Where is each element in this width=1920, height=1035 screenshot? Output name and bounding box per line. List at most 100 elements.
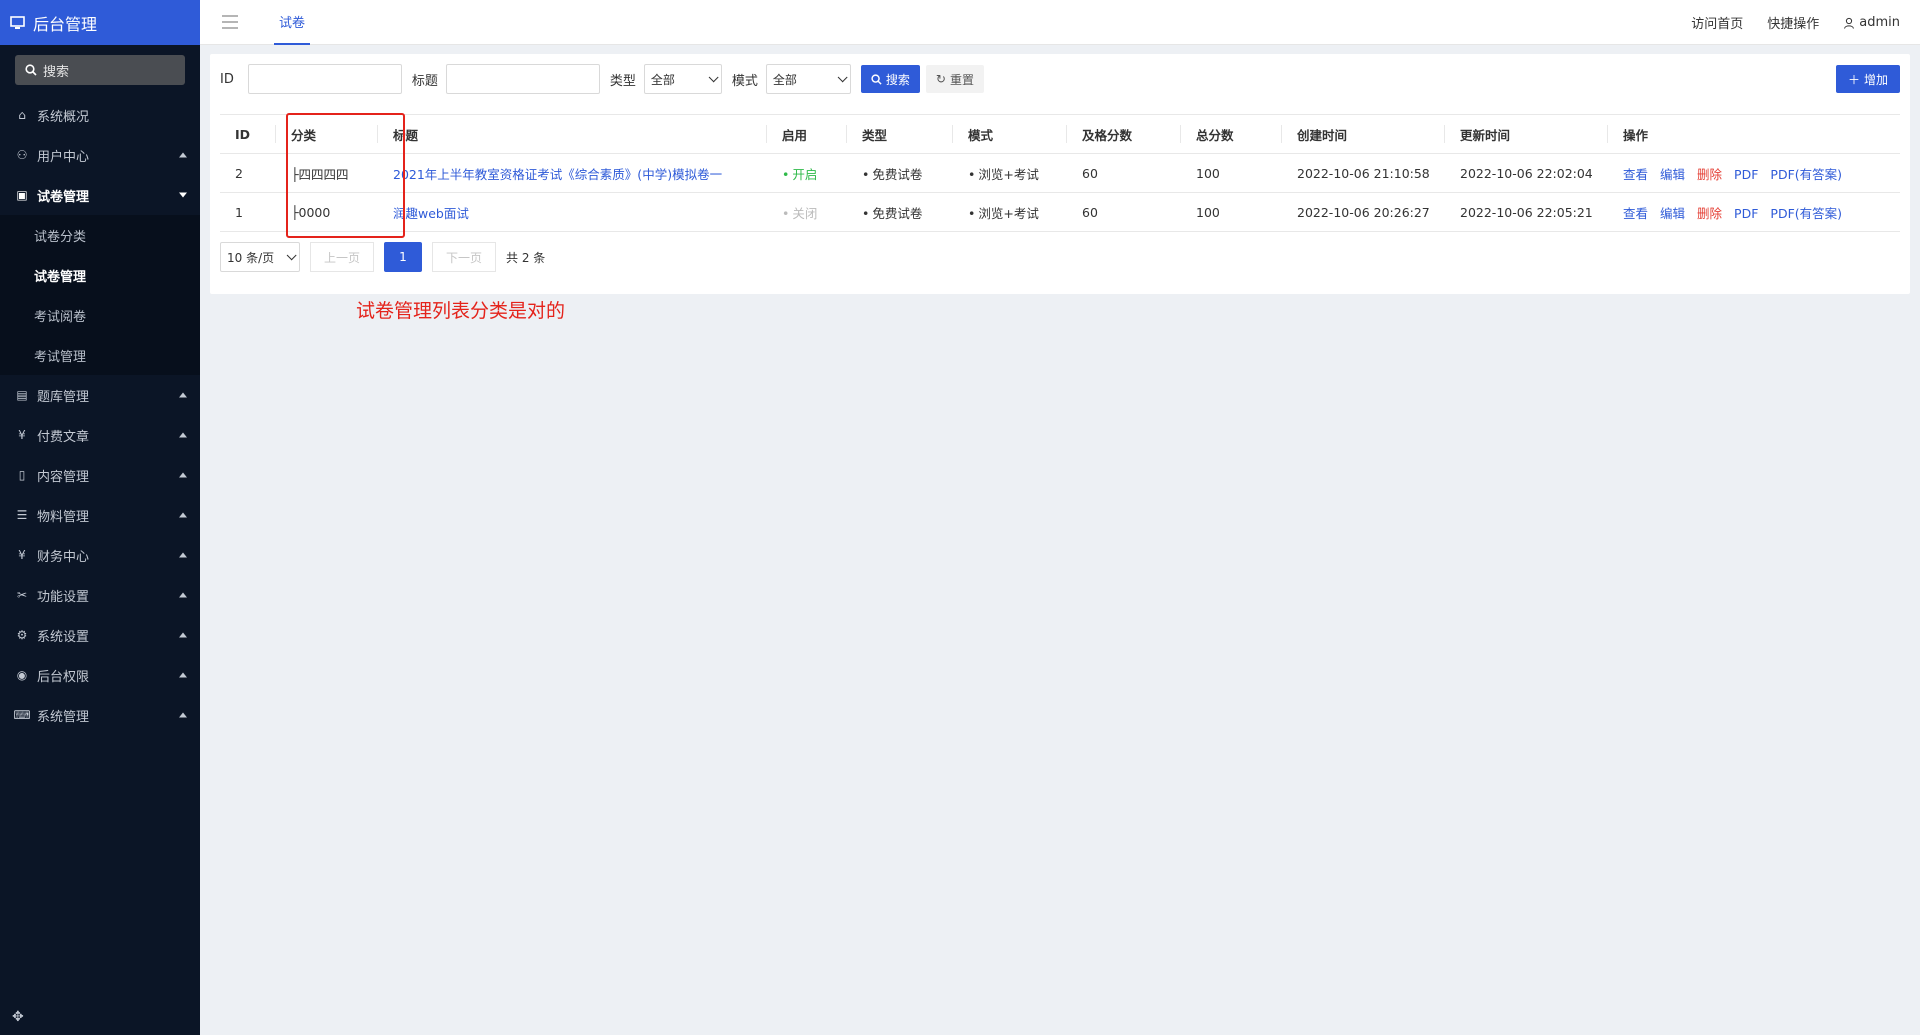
user-menu[interactable]: admin	[1843, 15, 1900, 30]
gear-icon: ⚙	[16, 628, 28, 642]
topbar: 试卷 访问首页 快捷操作 admin	[200, 0, 1920, 45]
list-icon: ☰	[16, 508, 28, 522]
cell-actions: 查看 编辑 删除 PDF PDF(有答案)	[1608, 153, 1900, 193]
sidebar-item-permissions[interactable]: ◉ 后台权限	[0, 655, 200, 695]
monitor-icon	[10, 15, 25, 29]
mode-filter-label: 模式	[731, 73, 758, 89]
chevron-up-icon	[179, 392, 187, 398]
brand[interactable]: 后台管理	[0, 0, 200, 45]
prev-page-button[interactable]: 上一页	[310, 242, 374, 272]
delete-link[interactable]: 删除	[1697, 206, 1722, 221]
cell-total-score: 100	[1181, 192, 1282, 232]
menu-toggle-icon[interactable]	[222, 15, 238, 29]
col-updated[interactable]: 更新时间	[1445, 114, 1608, 154]
sidebar-subitem-exam-category[interactable]: 试卷分类	[0, 215, 200, 255]
id-filter-label: ID	[220, 71, 234, 87]
sidebar-item-label: 题库管理	[37, 389, 90, 405]
table-row: 2 ├四四四四 2021年上半年教室资格证考试《综合素质》(中学)模拟卷一 开启…	[220, 153, 1900, 193]
col-pass-score[interactable]: 及格分数	[1067, 114, 1181, 154]
sidebar-item-content[interactable]: ▯ 内容管理	[0, 455, 200, 495]
cell-mode: 浏览+考试	[953, 192, 1067, 232]
keyboard-icon: ⌨	[13, 708, 31, 722]
search-button[interactable]: 搜索	[860, 65, 920, 93]
chevron-up-icon	[179, 592, 187, 598]
file-icon: ▯	[18, 468, 26, 482]
chevron-down-icon	[837, 71, 848, 82]
sidebar-item-system-manage[interactable]: ⌨ 系统管理	[0, 695, 200, 735]
quick-actions-link[interactable]: 快捷操作	[1767, 13, 1819, 32]
col-id[interactable]: ID	[220, 114, 276, 154]
username: admin	[1859, 15, 1900, 30]
tools-icon: ✂	[16, 588, 28, 602]
move-icon[interactable]: ✥	[12, 1009, 24, 1025]
sidebar: 后台管理 搜索 ⌂ 系统概况 ⚇ 用户中心 ▣ 试卷管理 试卷分类 试卷管理 考…	[0, 0, 200, 1035]
cell-title-link[interactable]: 2021年上半年教室资格证考试《综合素质》(中学)模拟卷一	[378, 153, 767, 193]
cell-category: ├四四四四	[276, 153, 378, 193]
col-title[interactable]: 标题	[378, 114, 767, 154]
title-filter-input[interactable]	[445, 64, 600, 94]
sidebar-subitem-exam-manage[interactable]: 试卷管理	[0, 255, 200, 295]
chevron-up-icon	[179, 152, 187, 158]
sidebar-item-materials[interactable]: ☰ 物料管理	[0, 495, 200, 535]
cell-total-score: 100	[1181, 153, 1282, 193]
chevron-up-icon	[179, 712, 187, 718]
cell-updated: 2022-10-06 22:02:04	[1445, 153, 1608, 193]
sidebar-item-users[interactable]: ⚇ 用户中心	[0, 135, 200, 175]
add-button[interactable]: ＋ 增加	[1835, 65, 1900, 93]
chevron-up-icon	[179, 632, 187, 638]
current-page-button[interactable]: 1	[384, 242, 422, 272]
edit-link[interactable]: 编辑	[1660, 167, 1685, 182]
sidebar-search[interactable]: 搜索	[15, 55, 185, 85]
cell-title-link[interactable]: 润趣web面试	[378, 192, 767, 232]
cell-id: 1	[220, 192, 276, 232]
sidebar-subitem-exam-grading[interactable]: 考试阅卷	[0, 295, 200, 335]
pdf-with-answers-link[interactable]: PDF(有答案)	[1770, 167, 1842, 182]
col-enabled[interactable]: 启用	[767, 114, 847, 154]
col-type[interactable]: 类型	[847, 114, 953, 154]
sidebar-subitem-exam-admin[interactable]: 考试管理	[0, 335, 200, 375]
sidebar-item-question-bank[interactable]: ▤ 题库管理	[0, 375, 200, 415]
view-link[interactable]: 查看	[1623, 167, 1648, 182]
pdf-link[interactable]: PDF	[1734, 206, 1758, 221]
cell-status[interactable]: 开启	[767, 153, 847, 193]
col-created[interactable]: 创建时间	[1282, 114, 1445, 154]
col-category[interactable]: 分类	[276, 114, 378, 154]
next-page-button[interactable]: 下一页	[432, 242, 496, 272]
sidebar-item-exams[interactable]: ▣ 试卷管理	[0, 175, 200, 215]
sidebar-item-label: 试卷管理	[37, 189, 90, 205]
tab-exams[interactable]: 试卷	[274, 0, 311, 45]
pdf-link[interactable]: PDF	[1734, 167, 1758, 182]
cell-status[interactable]: 关闭	[767, 192, 847, 232]
sidebar-item-paid-articles[interactable]: ¥ 付费文章	[0, 415, 200, 455]
reset-button[interactable]: ↻ 重置	[925, 65, 984, 93]
table-row: 1 ├0000 润趣web面试 关闭 免费试卷 浏览+考试 60 100 202…	[220, 192, 1900, 232]
delete-link[interactable]: 删除	[1697, 167, 1722, 182]
exam-icon: ▣	[16, 188, 28, 202]
col-total-score[interactable]: 总分数	[1181, 114, 1282, 154]
sidebar-item-overview[interactable]: ⌂ 系统概况	[0, 95, 200, 135]
page-size-select[interactable]: 10 条/页	[220, 242, 300, 272]
total-count: 共 2 条	[506, 250, 546, 265]
sidebar-item-label: 系统概况	[37, 109, 90, 125]
exam-table: ID 分类 标题 启用 类型 模式 及格分数 总分数 创建时间 更新时间 操作 …	[220, 114, 1900, 232]
refresh-icon: ↻	[935, 72, 946, 86]
chevron-up-icon	[179, 432, 187, 438]
annotation-note: 试卷管理列表分类是对的	[356, 300, 566, 322]
edit-link[interactable]: 编辑	[1660, 206, 1685, 221]
table-header: ID 分类 标题 启用 类型 模式 及格分数 总分数 创建时间 更新时间 操作	[220, 114, 1900, 154]
visit-home-link[interactable]: 访问首页	[1691, 13, 1743, 32]
sidebar-item-system-settings[interactable]: ⚙ 系统设置	[0, 615, 200, 655]
yen-icon: ¥	[18, 428, 26, 442]
col-mode[interactable]: 模式	[953, 114, 1067, 154]
pdf-with-answers-link[interactable]: PDF(有答案)	[1770, 206, 1842, 221]
table-body: 2 ├四四四四 2021年上半年教室资格证考试《综合素质》(中学)模拟卷一 开启…	[220, 153, 1900, 232]
sidebar-item-features[interactable]: ✂ 功能设置	[0, 575, 200, 615]
sidebar-item-label: 内容管理	[37, 469, 90, 485]
sidebar-item-finance[interactable]: ¥ 财务中心	[0, 535, 200, 575]
view-link[interactable]: 查看	[1623, 206, 1648, 221]
mode-filter-select[interactable]: 全部	[765, 64, 851, 94]
sidebar-search-label: 搜索	[43, 64, 70, 80]
chevron-up-icon	[179, 672, 187, 678]
type-filter-select[interactable]: 全部	[643, 64, 722, 94]
id-filter-input[interactable]	[247, 64, 402, 94]
